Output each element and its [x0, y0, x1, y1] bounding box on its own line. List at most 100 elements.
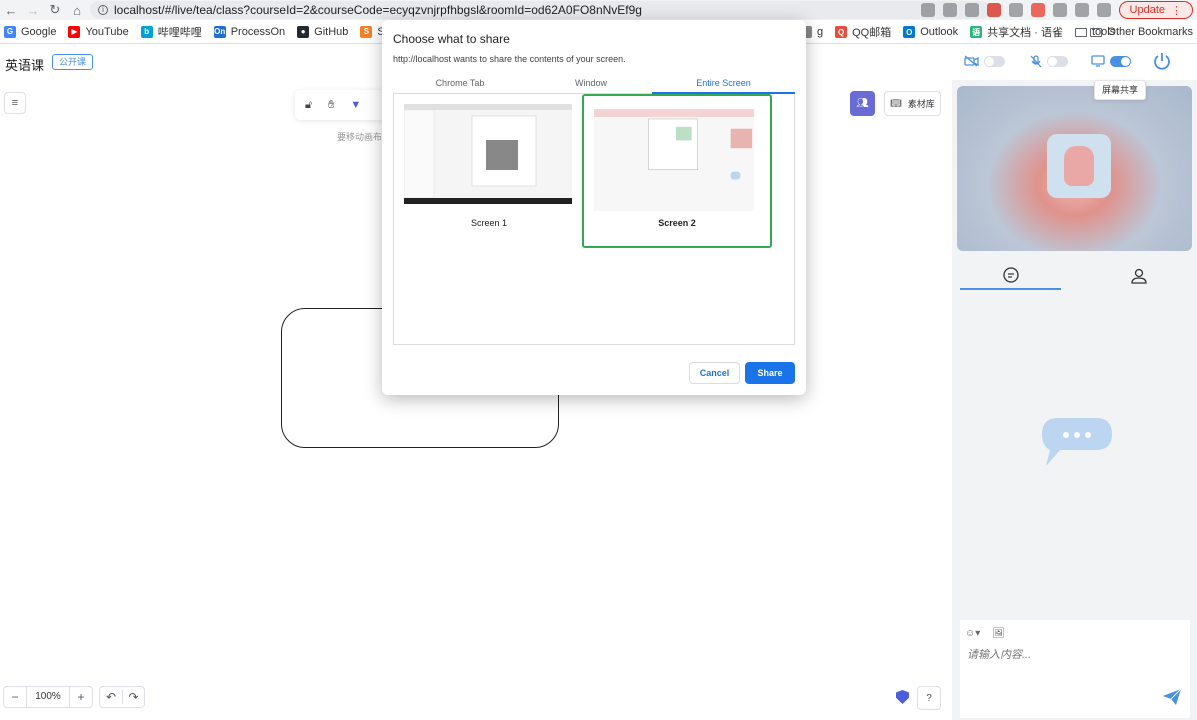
power-icon[interactable] [1152, 51, 1172, 71]
user-icon [1130, 268, 1147, 284]
panel-tabs [960, 262, 1189, 290]
cancel-button[interactable]: Cancel [689, 362, 740, 384]
extension-icon[interactable] [986, 3, 1001, 17]
browser-toolbar: ← → ↻ ⌂ i localhost/#/live/tea/class?cou… [0, 0, 1197, 20]
video-subject [1064, 146, 1094, 186]
browser-actions: Update ⋮ [920, 0, 1193, 20]
screen-2-label: Screen 2 [658, 218, 696, 228]
mic-toggle-group [1030, 55, 1068, 68]
info-icon[interactable]: i [98, 5, 108, 15]
reload-icon[interactable]: ↻ [44, 0, 66, 20]
screen-share-toggle-group [1091, 55, 1131, 67]
address-bar[interactable]: i localhost/#/live/tea/class?courseId=2&… [90, 1, 990, 19]
bookmark-label: QQ邮箱 [852, 27, 892, 39]
bookmark-item[interactable]: G Google [4, 25, 56, 38]
update-button[interactable]: Update ⋮ [1118, 1, 1193, 19]
bookmark-label: g [817, 26, 824, 38]
material-library-button[interactable]: 📖︎ 素材库 [884, 91, 941, 116]
bookmark-favicon-icon: Q [835, 26, 848, 38]
chat-input[interactable] [967, 649, 1167, 661]
monitor-icon [1091, 55, 1105, 67]
tab-window[interactable]: Window [524, 76, 658, 94]
bookmark-label: GitHub [314, 25, 349, 38]
tab-chrome-tab[interactable]: Chrome Tab [393, 76, 527, 94]
people-icon[interactable]: 👥︎ [850, 91, 875, 116]
forward-icon[interactable]: → [22, 0, 44, 20]
send-icon[interactable] [1162, 688, 1182, 706]
zoom-controls: − 100% + ↶ ↷ [3, 686, 145, 710]
menu-icon[interactable]: ≡ [4, 92, 26, 114]
camera-icon[interactable] [920, 3, 935, 17]
dialog-subtitle: http://localhost wants to share the cont… [393, 54, 626, 64]
material-library-label: 素材库 [907, 99, 935, 109]
bookmark-item[interactable]: b 哔哩哔哩 [140, 24, 202, 40]
url-text: localhost/#/live/tea/class?courseId=2&co… [114, 3, 642, 17]
share-source-tabs: Chrome Tab Window Entire Screen [393, 76, 795, 94]
screen-share-tooltip: 屏幕共享 [1094, 80, 1146, 100]
history-box: ↶ ↷ [99, 686, 145, 708]
bookmark-label: 共享文档 · 语雀 [987, 27, 1063, 39]
lock-icon[interactable]: 🔓︎ [305, 99, 312, 112]
star-icon[interactable] [964, 3, 979, 17]
bookmark-item[interactable]: O Outlook [903, 26, 958, 38]
puzzle-icon[interactable] [1052, 3, 1067, 17]
bookmark-favicon-icon: ● [297, 25, 310, 38]
course-type-badge: 公开课 [52, 54, 94, 70]
help-icon[interactable]: ? [917, 686, 941, 710]
back-icon[interactable]: ← [0, 0, 22, 20]
bookmark-favicon-icon: b [140, 25, 153, 38]
book-icon: 📖︎ [890, 98, 902, 108]
share-button[interactable]: Share [745, 362, 795, 384]
select-icon[interactable]: ▼ [350, 99, 361, 111]
dialog-title: Choose what to share [393, 32, 510, 46]
zoom-out-button[interactable]: − [4, 690, 26, 704]
screens-panel: Screen 1 Screen 2 [393, 94, 795, 345]
hand-icon[interactable]: ✋︎ [328, 99, 334, 112]
folder-icon [1074, 27, 1087, 37]
bookmark-item[interactable]: Q QQ邮箱 [835, 24, 891, 40]
bookmarks-right: g Q QQ邮箱 O Outlook 语共享文档 · 语雀 tools [800, 20, 1127, 44]
tab-users[interactable] [1088, 262, 1189, 290]
screen-option-2[interactable]: Screen 2 [582, 94, 772, 248]
undo-icon[interactable]: ↶ [100, 690, 122, 704]
more-icon: ⋮ [1171, 4, 1182, 17]
bookmark-favicon-icon: G [4, 25, 16, 38]
home-icon[interactable]: ⌂ [66, 0, 88, 20]
screen-option-1[interactable]: Screen 1 [394, 94, 584, 248]
bookmark-favicon-icon: 语 [970, 26, 983, 38]
screen-2-thumbnail [594, 109, 755, 211]
tab-entire-screen[interactable]: Entire Screen [652, 76, 795, 94]
bookmark-favicon-icon: O [903, 26, 916, 38]
zoom-box: − 100% + [3, 686, 93, 708]
other-bookmarks-label: Other Bookmarks [1107, 26, 1193, 38]
mic-toggle[interactable] [1047, 56, 1068, 67]
bookmark-item[interactable]: ▶ YouTube [68, 25, 129, 38]
other-bookmarks[interactable]: Other Bookmarks [1090, 20, 1193, 44]
image-upload-icon[interactable]: 🖼︎ [992, 628, 1005, 639]
bookmark-favicon-icon: On [213, 25, 226, 38]
chat-tools: ☺▾ 🖼︎ [965, 628, 1005, 639]
bookmark-item[interactable]: ● GitHub [297, 25, 349, 38]
extension-icon[interactable] [1030, 3, 1045, 17]
tab-chat[interactable] [960, 262, 1061, 290]
redo-icon[interactable]: ↷ [122, 690, 144, 704]
video-feed [957, 86, 1192, 251]
share-screen-dialog: Choose what to share http://localhost wa… [382, 20, 806, 395]
emoji-icon[interactable]: ☺▾ [965, 628, 980, 639]
camera-off-icon [964, 55, 979, 67]
screen-share-toggle[interactable] [1110, 55, 1131, 67]
profile-icon[interactable] [1096, 3, 1111, 17]
zoom-level: 100% [26, 687, 70, 707]
shield-icon [896, 690, 909, 704]
zoom-in-button[interactable]: + [70, 690, 92, 704]
sidebar-icon[interactable] [1074, 3, 1089, 17]
screen-1-thumbnail [404, 104, 572, 204]
share-page-icon[interactable] [942, 3, 957, 17]
bookmark-label: Outlook [920, 26, 959, 38]
bookmark-item[interactable]: 语共享文档 · 语雀 [970, 24, 1063, 40]
bookmark-label: ProcessOn [230, 25, 286, 38]
folder-icon [1090, 27, 1103, 37]
extension-icon[interactable] [1008, 3, 1023, 17]
bookmark-item[interactable]: On ProcessOn [213, 25, 286, 38]
camera-toggle[interactable] [984, 55, 1005, 67]
